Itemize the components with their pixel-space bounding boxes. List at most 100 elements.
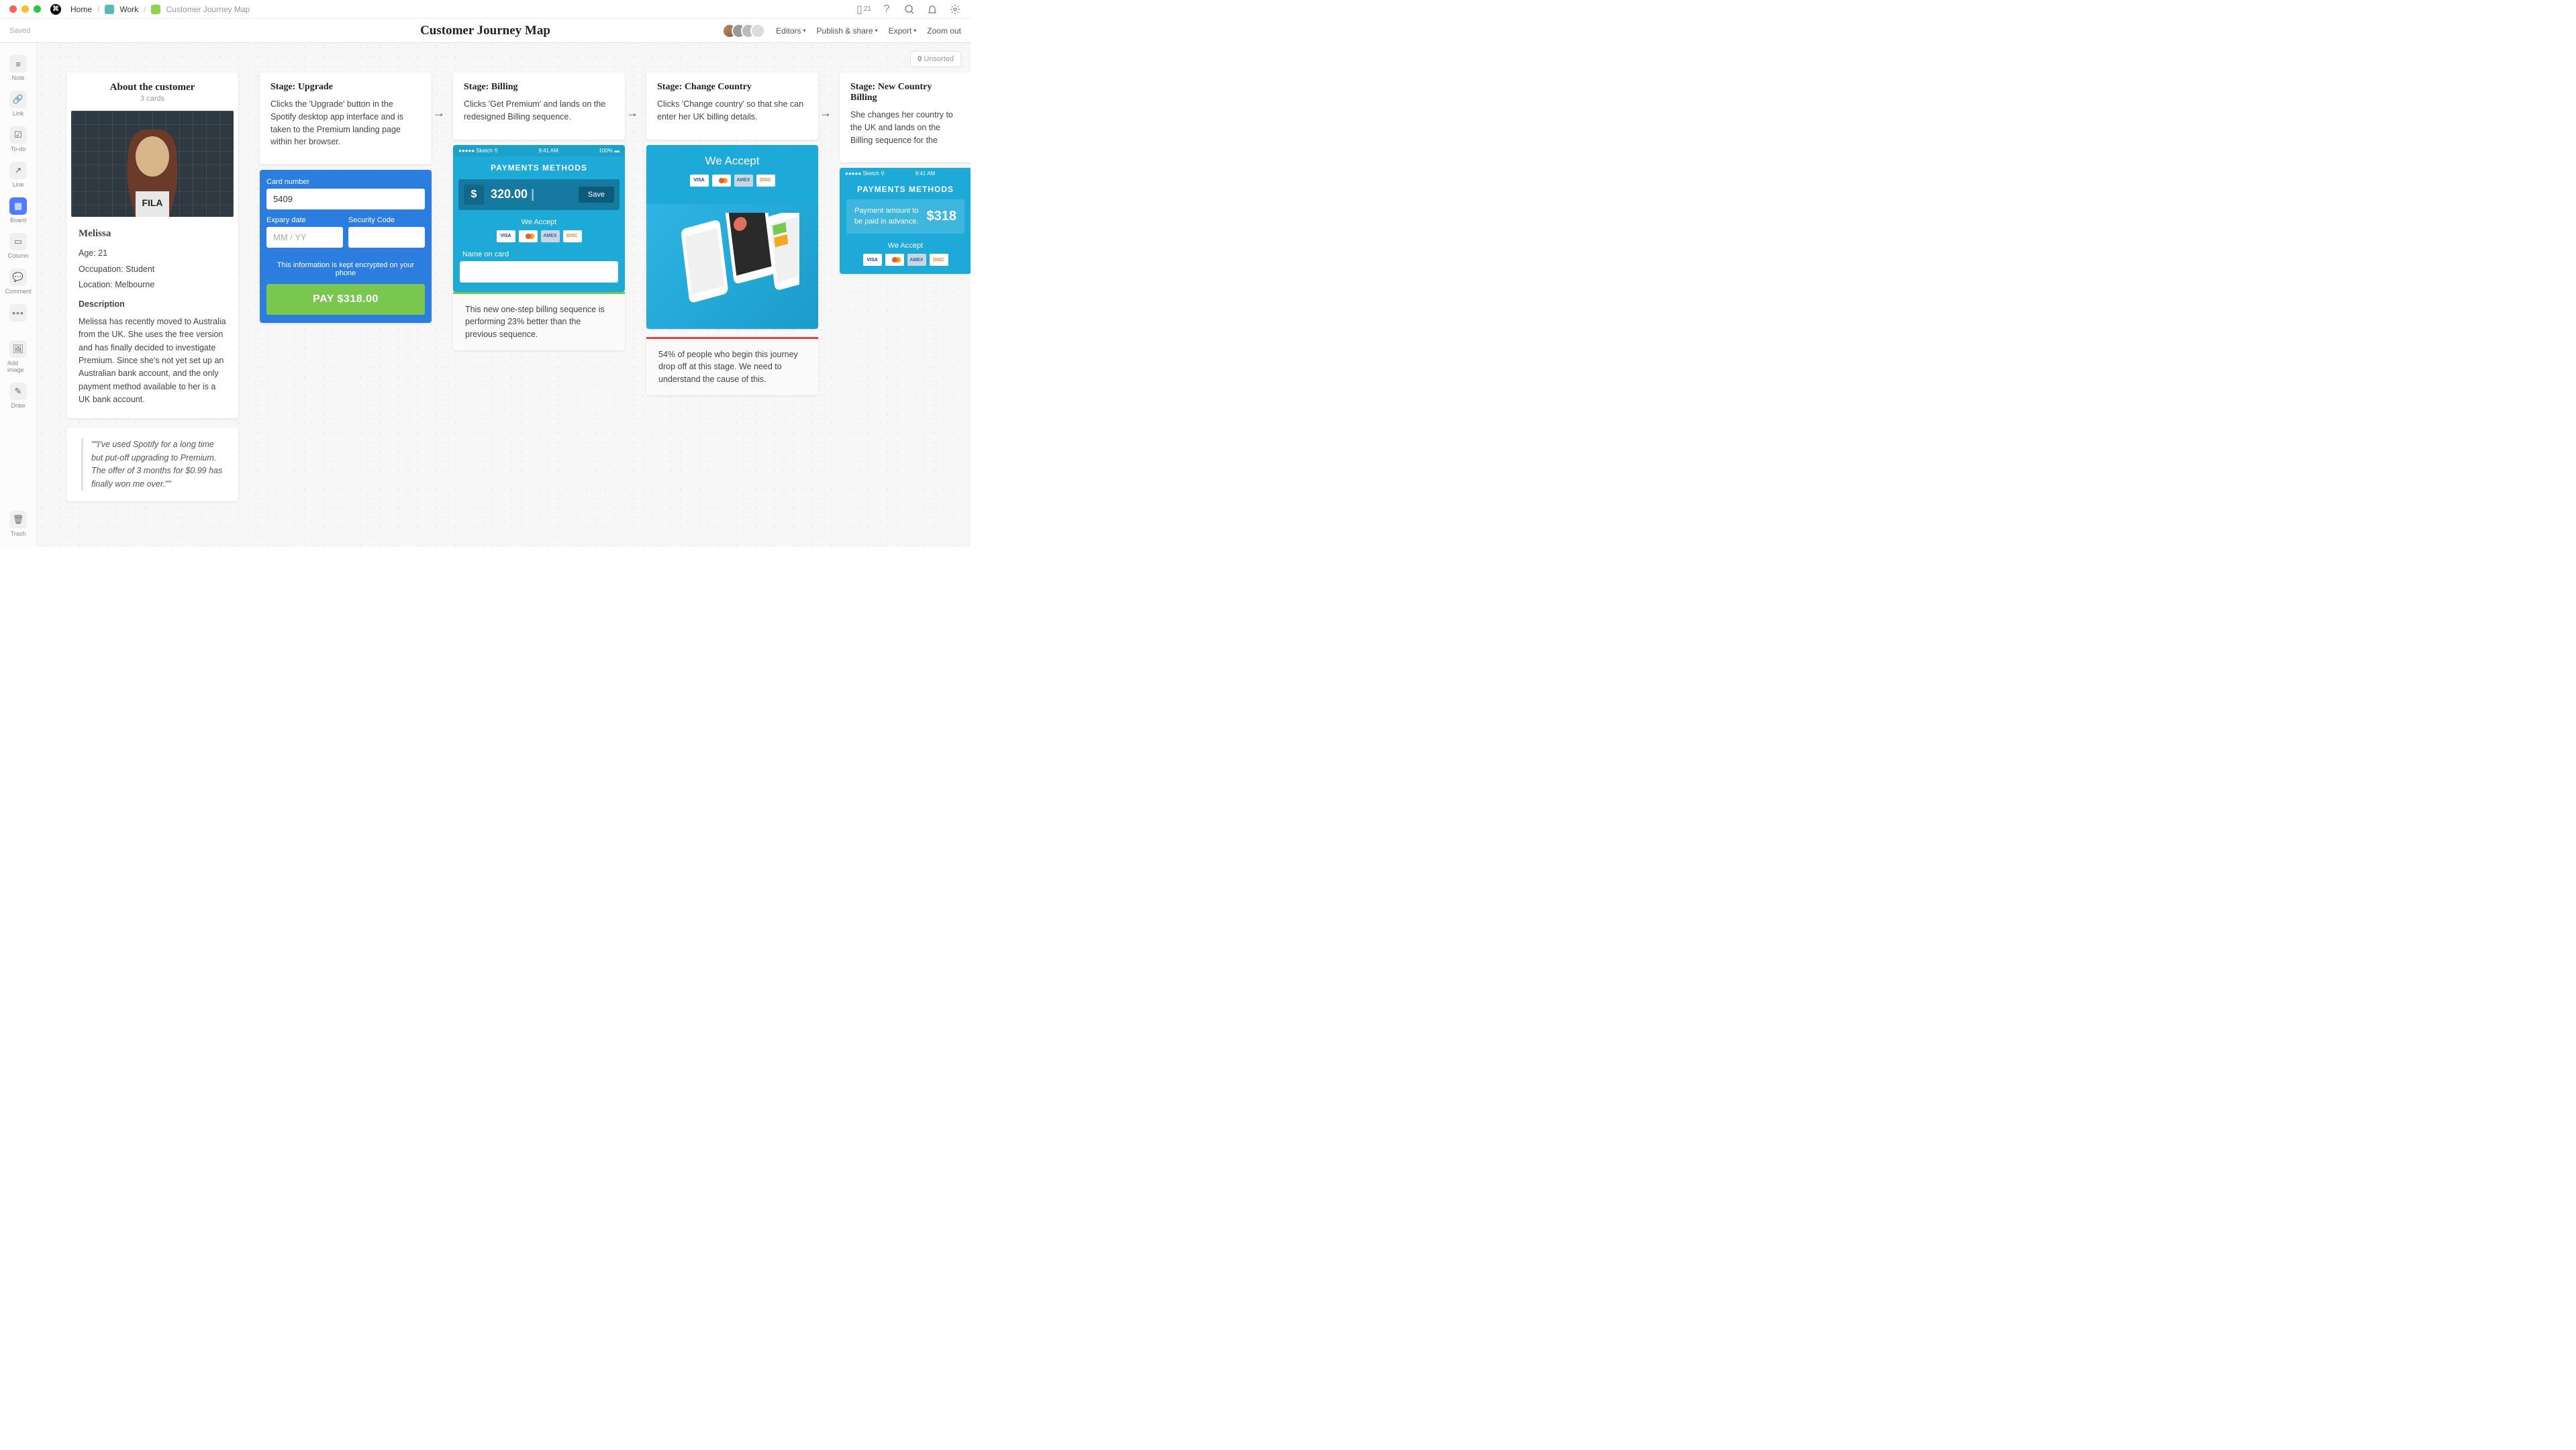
persona-description: Melissa has recently moved to Australia … <box>79 316 226 407</box>
line-icon: ↗ <box>9 162 27 179</box>
minimize-window[interactable] <box>21 5 29 13</box>
pay-button: PAY $318.00 <box>266 284 425 315</box>
mock-payments: ●●●●● Sketch ⚲9:41 AM100% ▬ PAYMENTS MET… <box>453 145 625 292</box>
quote-card[interactable]: ""I've used Spotify for a long time but … <box>66 428 238 501</box>
persona-name: Melissa <box>79 226 226 242</box>
about-customer-column[interactable]: About the customer 3 cards FILA Melissa … <box>66 72 238 501</box>
stage-desc: Clicks the 'Upgrade' button in the Spoti… <box>270 98 421 148</box>
tool-sidebar: ≡Note 🔗Link ☑To-do ↗Line ▦Board ▭Column … <box>0 43 37 546</box>
settings-icon[interactable] <box>949 3 961 15</box>
stage-change-country[interactable]: → Stage: Change Country Clicks 'Change c… <box>646 72 818 501</box>
unsorted-button[interactable]: 0 Unsorted <box>910 51 961 67</box>
tool-draw[interactable]: ✎Draw <box>5 380 32 412</box>
draw-icon: ✎ <box>9 383 27 400</box>
we-accept-heading: We Accept <box>646 154 818 168</box>
payments-heading: PAYMENTS METHODS <box>453 156 625 179</box>
publish-dropdown[interactable]: Publish & share▾ <box>817 26 878 36</box>
image-icon: 🖼 <box>9 340 27 358</box>
tool-add-image[interactable]: 🖼Add image <box>5 338 32 376</box>
tool-link[interactable]: 🔗Link <box>5 88 32 119</box>
close-window[interactable] <box>9 5 17 13</box>
advance-text: Payment amount to be paid in advance. <box>854 206 927 227</box>
editors-dropdown[interactable]: Editors▾ <box>776 26 805 36</box>
svg-text:FILA: FILA <box>142 197 162 208</box>
brand-icon[interactable]: ⌘ <box>50 4 61 15</box>
stage-title: Stage: Upgrade <box>270 82 421 93</box>
note-icon: ≡ <box>9 55 27 72</box>
persona-age: Age: 21 <box>79 247 226 260</box>
payments-heading: PAYMENTS METHODS <box>840 179 971 199</box>
stage-new-country-billing[interactable]: → Stage: New Country Billing She changes… <box>840 72 971 501</box>
breadcrumb: ⌘ Home / Work / Customer Journey Map <box>50 4 250 15</box>
stage-note[interactable]: 54% of people who begin this journey dro… <box>646 337 818 395</box>
link-icon: 🔗 <box>9 91 27 108</box>
cvc-input <box>348 227 425 248</box>
tool-more[interactable]: ••• <box>5 301 32 324</box>
tool-line[interactable]: ↗Line <box>5 159 32 191</box>
folder-icon-work <box>105 5 114 14</box>
canvas[interactable]: 0 Unsorted About the customer 3 cards FI… <box>37 43 971 546</box>
save-status: Saved <box>9 27 30 35</box>
tool-column[interactable]: ▭Column <box>5 230 32 262</box>
advance-amount: $318 <box>927 209 957 224</box>
phones-mockup <box>646 204 818 329</box>
save-button: Save <box>579 187 614 203</box>
persona-photo: FILA <box>71 111 234 217</box>
stage-title: Stage: New Country Billing <box>850 82 960 103</box>
we-accept-label: We Accept <box>840 242 971 250</box>
expiry-label: Expary date <box>266 216 343 224</box>
crumb-page[interactable]: Customer Journey Map <box>166 5 250 14</box>
collaborator-avatars[interactable] <box>722 23 765 38</box>
stage-title: Stage: Billing <box>464 82 614 93</box>
stage-desc: Clicks 'Change country' so that she can … <box>657 98 807 124</box>
more-icon: ••• <box>9 304 27 322</box>
folder-icon-page <box>151 5 160 14</box>
titlebar: ⌘ Home / Work / Customer Journey Map ▯21… <box>0 0 971 19</box>
tool-note[interactable]: ≡Note <box>5 52 32 84</box>
todo-icon: ☑ <box>9 126 27 144</box>
mock-we-accept: We Accept VISAAMEXDISC <box>646 145 818 329</box>
stage-upgrade[interactable]: Stage: Upgrade Clicks the 'Upgrade' butt… <box>260 72 432 501</box>
help-icon[interactable]: ? <box>881 3 893 15</box>
cvc-label: Security Code <box>348 216 425 224</box>
comment-icon: 💬 <box>9 269 27 286</box>
export-dropdown[interactable]: Export▾ <box>889 26 917 36</box>
tool-todo[interactable]: ☑To-do <box>5 124 32 155</box>
mock-card-form: Card number 5409 Expary dateMM / YY Secu… <box>260 170 432 323</box>
stage-note[interactable]: This new one-step billing sequence is pe… <box>453 292 625 350</box>
about-card-count: 3 cards <box>73 95 232 103</box>
stage-title: Stage: Change Country <box>657 82 807 93</box>
crumb-home[interactable]: Home <box>70 5 92 14</box>
arrow-icon: → <box>820 106 832 120</box>
payment-cards: VISAAMEXDISC <box>453 230 625 242</box>
tool-trash[interactable]: 🗑Trash <box>5 508 32 540</box>
search-icon[interactable] <box>903 3 915 15</box>
zoom-out-button[interactable]: Zoom out <box>927 26 961 36</box>
tool-comment[interactable]: 💬Comment <box>5 266 32 297</box>
maximize-window[interactable] <box>34 5 41 13</box>
about-title: About the customer <box>73 82 232 93</box>
avatar <box>750 23 765 38</box>
card-number-label: Card number <box>266 178 425 186</box>
encryption-note: This information is kept encrypted on yo… <box>266 261 425 277</box>
page-title[interactable]: Customer Journey Map <box>420 23 550 38</box>
persona-quote: ""I've used Spotify for a long time but … <box>81 438 224 491</box>
name-on-card-label: Name on card <box>453 250 625 261</box>
expiry-input: MM / YY <box>266 227 343 248</box>
tool-board[interactable]: ▦Board <box>5 195 32 226</box>
name-on-card-input <box>460 261 618 283</box>
persona-occupation: Occupation: Student <box>79 263 226 276</box>
arrow-icon: → <box>433 106 445 120</box>
stage-billing[interactable]: → Stage: Billing Clicks 'Get Premium' an… <box>453 72 625 501</box>
arrow-icon: → <box>626 106 638 120</box>
mock-payments-2: ●●●●● Sketch ⚲9:41 AM PAYMENTS METHODS P… <box>840 168 971 274</box>
currency-badge: $ <box>464 185 484 205</box>
board-icon: ▦ <box>9 197 27 215</box>
persona-location: Location: Melbourne <box>79 279 226 291</box>
trash-icon: 🗑 <box>9 511 27 528</box>
stage-desc: She changes her country to the UK and la… <box>850 109 960 146</box>
we-accept-label: We Accept <box>453 218 625 226</box>
crumb-work[interactable]: Work <box>119 5 138 14</box>
device-count[interactable]: ▯21 <box>858 3 870 15</box>
notifications-icon[interactable] <box>926 3 938 15</box>
